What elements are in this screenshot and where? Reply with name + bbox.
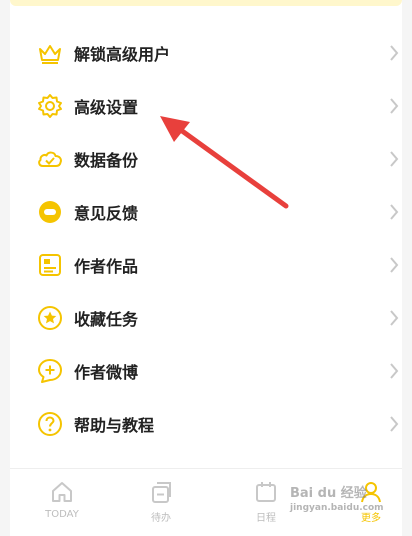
settings-page: 解锁高级用户 高级设置 数据备份 意见反馈 作者作品 收藏任务 作者微博 帮助与…	[10, 0, 402, 536]
menu-item-label: 高级设置	[74, 97, 139, 117]
chevron-right-icon	[390, 44, 399, 61]
menu-item-label: 帮助与教程	[74, 415, 155, 435]
menu-item-author-weibo[interactable]: 作者微博	[10, 344, 402, 397]
top-banner-strip	[10, 0, 402, 6]
tab-label: 日程	[256, 513, 276, 524]
weibo-plus-icon	[36, 357, 64, 385]
menu-item-label: 解锁高级用户	[74, 44, 171, 64]
calendar-icon	[256, 482, 276, 502]
chevron-right-icon	[390, 97, 399, 114]
chevron-right-icon	[390, 362, 399, 379]
star-icon	[36, 304, 64, 332]
tab-todo[interactable]: 待办	[131, 479, 191, 524]
chevron-right-icon	[390, 203, 399, 220]
chevron-right-icon	[390, 150, 399, 167]
todo-icon	[152, 482, 171, 503]
menu-item-label: 作者微博	[74, 362, 139, 382]
cloud-check-icon	[36, 145, 64, 173]
chevron-right-icon	[390, 415, 399, 432]
watermark-brand: Bai du 经验	[290, 486, 367, 501]
chevron-right-icon	[390, 256, 399, 273]
baidu-jingyan-watermark: Bai du 经验 jingyan.baidu.com	[290, 482, 410, 532]
gear-icon	[36, 92, 64, 120]
menu-item-label: 数据备份	[74, 150, 139, 170]
menu-item-unlock-premium[interactable]: 解锁高级用户	[10, 26, 402, 79]
help-icon	[36, 410, 64, 438]
chevron-right-icon	[390, 309, 399, 326]
menu-item-author-works[interactable]: 作者作品	[10, 238, 402, 291]
tab-label: TODAY	[45, 509, 79, 520]
menu-item-label: 作者作品	[74, 256, 139, 276]
tab-schedule[interactable]: 日程	[236, 479, 296, 524]
menu-item-help-tutorial[interactable]: 帮助与教程	[10, 397, 402, 450]
menu-item-favorite-tasks[interactable]: 收藏任务	[10, 291, 402, 344]
crown-icon	[36, 39, 64, 67]
watermark-url: jingyan.baidu.com	[290, 503, 384, 513]
settings-menu: 解锁高级用户 高级设置 数据备份 意见反馈 作者作品 收藏任务 作者微博 帮助与…	[10, 26, 402, 450]
home-icon	[52, 482, 72, 502]
feedback-bubble-icon	[36, 198, 64, 226]
menu-item-label: 收藏任务	[74, 309, 139, 329]
portfolio-card-icon	[36, 251, 64, 279]
tab-today[interactable]: TODAY	[32, 479, 92, 520]
tab-label: 待办	[151, 513, 171, 524]
annotation-arrow	[160, 116, 289, 209]
menu-item-label: 意见反馈	[74, 203, 139, 223]
